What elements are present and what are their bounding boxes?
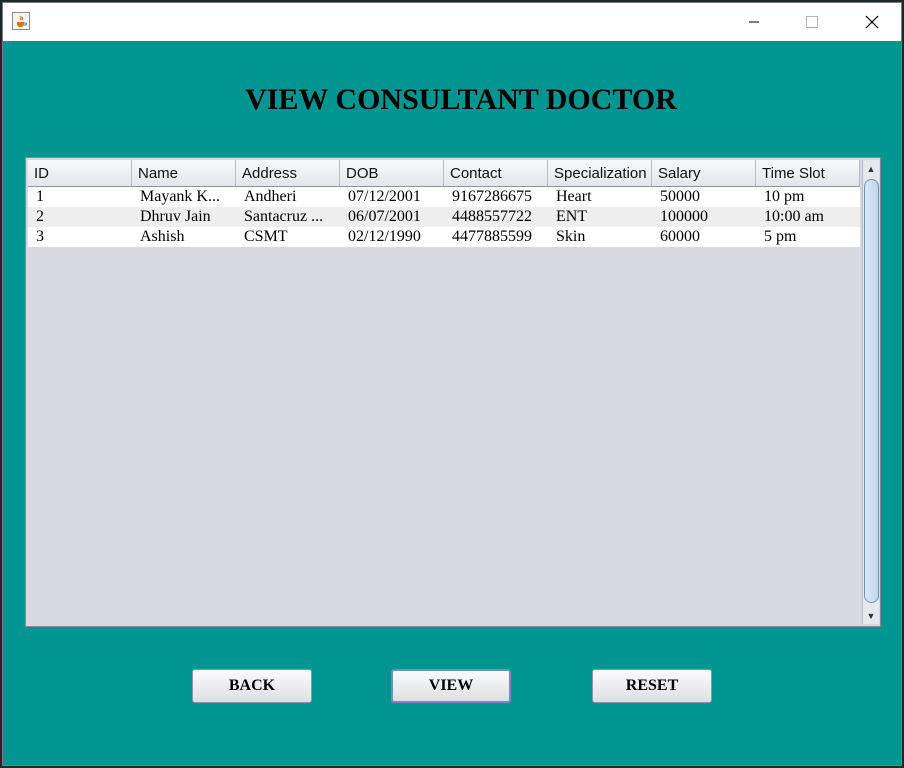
minimize-button[interactable] [725, 3, 783, 41]
column-header-dob[interactable]: DOB [340, 160, 444, 187]
cell-address[interactable]: CSMT [236, 227, 340, 247]
cell-time-slot[interactable]: 5 pm [756, 227, 860, 247]
cell-time-slot[interactable]: 10 pm [756, 187, 860, 207]
title-bar [3, 3, 901, 41]
scrollbar-thumb[interactable] [864, 179, 879, 603]
cell-name[interactable]: Mayank K... [132, 187, 236, 207]
table-row[interactable]: 3 Ashish CSMT 02/12/1990 4477885599 Skin… [28, 227, 860, 247]
column-header-time-slot[interactable]: Time Slot [756, 160, 860, 187]
cell-address[interactable]: Andheri [236, 187, 340, 207]
cell-name[interactable]: Ashish [132, 227, 236, 247]
column-header-contact[interactable]: Contact [444, 160, 548, 187]
table-row[interactable]: 2 Dhruv Jain Santacruz ... 06/07/2001 44… [28, 207, 860, 227]
cell-dob[interactable]: 07/12/2001 [340, 187, 444, 207]
cell-contact[interactable]: 4488557722 [444, 207, 548, 227]
cell-id[interactable]: 2 [28, 207, 132, 227]
cell-address[interactable]: Santacruz ... [236, 207, 340, 227]
maximize-icon [806, 16, 818, 28]
doctor-table[interactable]: ID Name Address DOB Contact Specializati… [28, 160, 860, 624]
scroll-down-arrow-icon[interactable]: ▼ [863, 607, 879, 624]
column-header-address[interactable]: Address [236, 160, 340, 187]
column-header-id[interactable]: ID [28, 160, 132, 187]
application-window: VIEW CONSULTANT DOCTOR ID Name Address D… [2, 2, 902, 766]
column-header-specialization[interactable]: Specialization [548, 160, 652, 187]
cell-specialization[interactable]: Skin [548, 227, 652, 247]
cell-time-slot[interactable]: 10:00 am [756, 207, 860, 227]
cell-contact[interactable]: 9167286675 [444, 187, 548, 207]
close-button[interactable] [843, 3, 901, 41]
table-row[interactable]: 1 Mayank K... Andheri 07/12/2001 9167286… [28, 187, 860, 207]
cell-salary[interactable]: 50000 [652, 187, 756, 207]
close-icon [865, 15, 879, 29]
cell-salary[interactable]: 100000 [652, 207, 756, 227]
view-button[interactable]: VIEW [391, 669, 511, 703]
java-cup-icon[interactable] [12, 12, 30, 30]
cell-dob[interactable]: 06/07/2001 [340, 207, 444, 227]
scroll-up-arrow-icon[interactable]: ▲ [863, 160, 879, 177]
maximize-button[interactable] [783, 3, 841, 41]
column-header-salary[interactable]: Salary [652, 160, 756, 187]
page-title: VIEW CONSULTANT DOCTOR [245, 83, 677, 116]
vertical-scrollbar[interactable]: ▲ ▼ [862, 160, 879, 624]
cell-contact[interactable]: 4477885599 [444, 227, 548, 247]
main-panel: VIEW CONSULTANT DOCTOR ID Name Address D… [3, 41, 901, 765]
minimize-icon [749, 21, 759, 23]
table-header: ID Name Address DOB Contact Specializati… [28, 160, 860, 187]
cell-salary[interactable]: 60000 [652, 227, 756, 247]
cell-name[interactable]: Dhruv Jain [132, 207, 236, 227]
reset-button[interactable]: RESET [592, 669, 712, 703]
cell-id[interactable]: 3 [28, 227, 132, 247]
doctor-table-scrollpane: ID Name Address DOB Contact Specializati… [25, 157, 881, 627]
cell-specialization[interactable]: ENT [548, 207, 652, 227]
column-header-name[interactable]: Name [132, 160, 236, 187]
cell-id[interactable]: 1 [28, 187, 132, 207]
cell-specialization[interactable]: Heart [548, 187, 652, 207]
cell-dob[interactable]: 02/12/1990 [340, 227, 444, 247]
back-button[interactable]: BACK [192, 669, 312, 703]
